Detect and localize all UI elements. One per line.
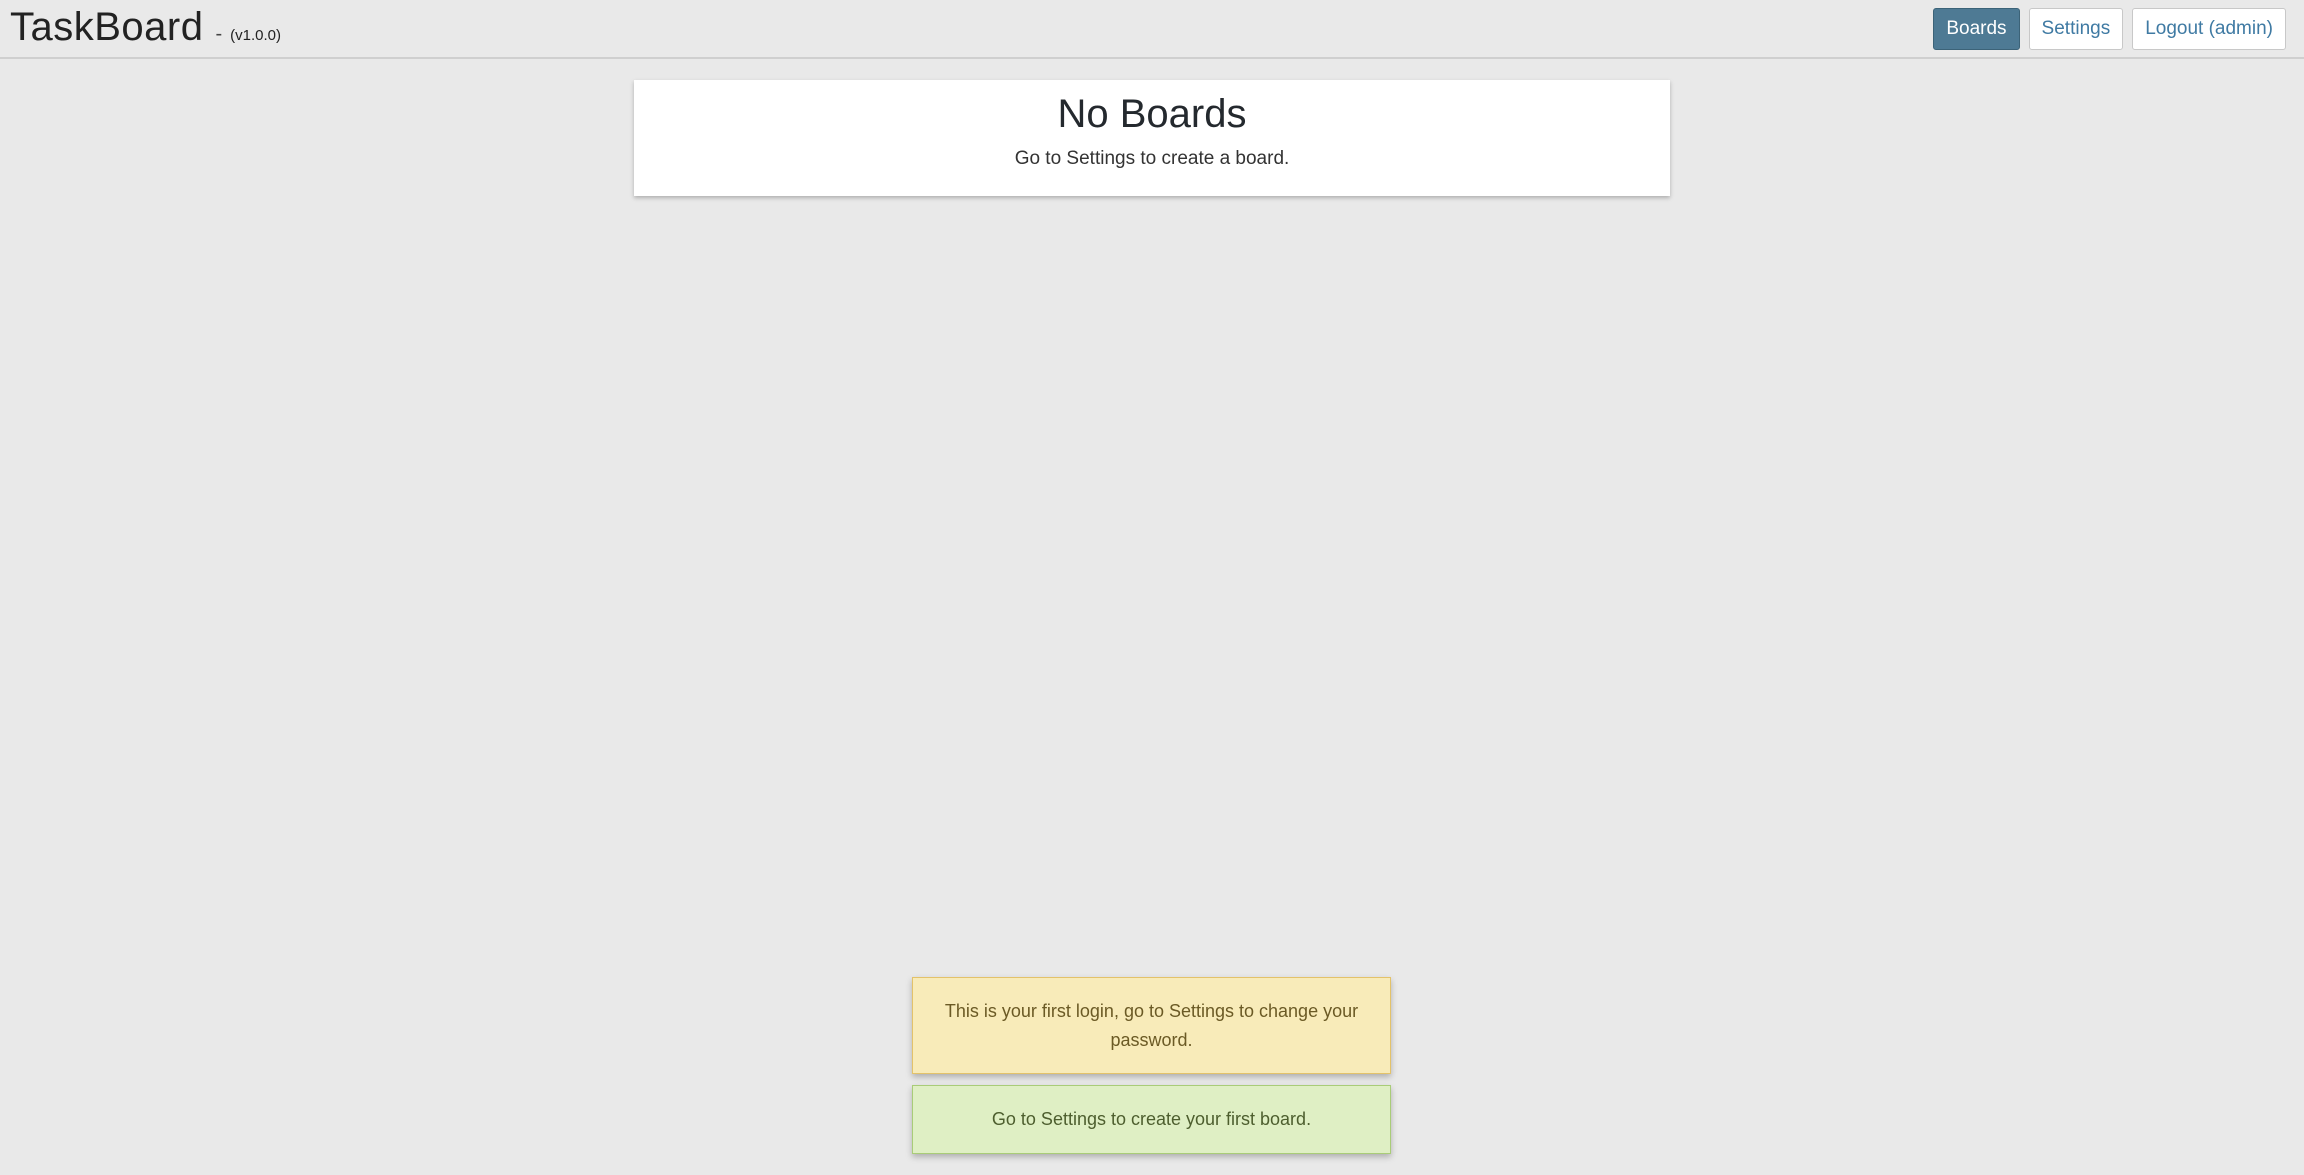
app-version: (v1.0.0): [230, 27, 282, 44]
top-nav: Boards Settings Logout (admin): [1933, 8, 2286, 50]
app-header: TaskBoard - (v1.0.0) Boards Settings Log…: [0, 0, 2304, 59]
nav-settings-button[interactable]: Settings: [2028, 8, 2124, 50]
no-boards-card: No Boards Go to Settings to create a boa…: [634, 80, 1670, 196]
first-login-notice[interactable]: This is your first login, go to Settings…: [912, 977, 1391, 1074]
app-title: TaskBoard: [10, 5, 204, 49]
logout-button[interactable]: Logout (admin): [2132, 8, 2286, 50]
no-boards-title: No Boards: [1057, 92, 1247, 136]
title-separator: -: [215, 23, 223, 45]
no-boards-message: Go to Settings to create a board.: [1014, 148, 1290, 169]
brand: TaskBoard - (v1.0.0): [10, 2, 281, 56]
create-board-notice[interactable]: Go to Settings to create your first boar…: [912, 1085, 1391, 1154]
nav-boards-button[interactable]: Boards: [1933, 8, 2020, 50]
